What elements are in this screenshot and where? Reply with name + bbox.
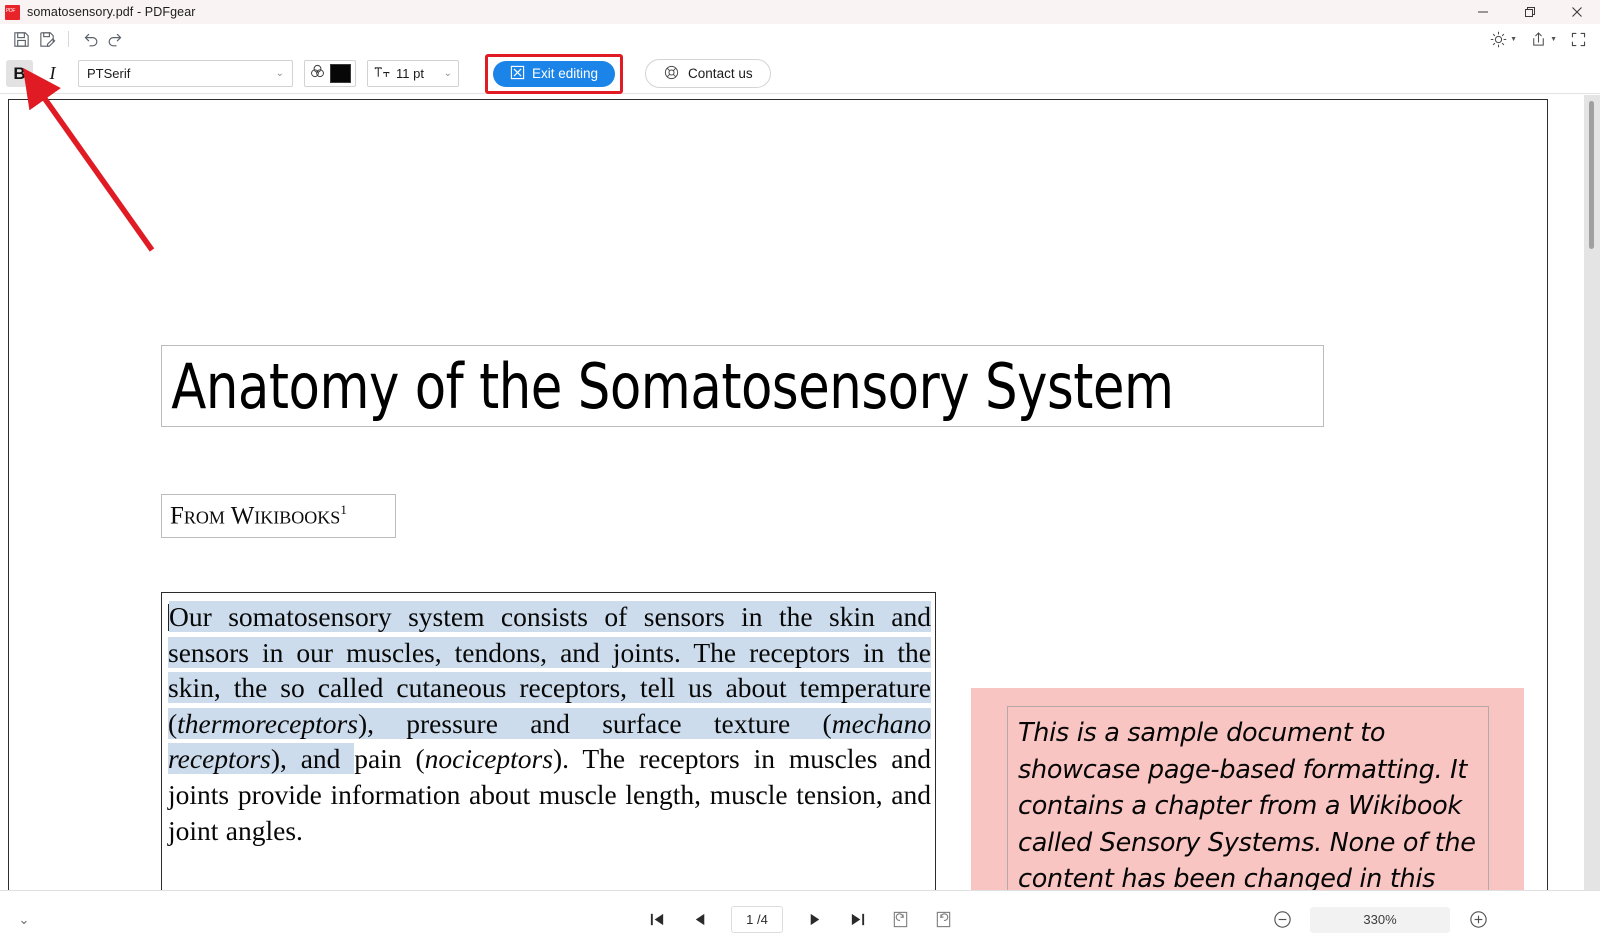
page-navigation: 1 /4 <box>645 906 955 933</box>
share-button[interactable]: ▼ <box>1523 30 1563 49</box>
chevron-down-icon: ⌄ <box>443 68 452 79</box>
window-title: somatosensory.pdf - PDFgear <box>27 5 196 19</box>
color-wheel-icon[interactable] <box>309 63 326 85</box>
last-page-icon[interactable] <box>845 907 869 933</box>
vertical-scrollbar[interactable] <box>1584 95 1600 890</box>
font-family-value: PTSerif <box>87 66 131 81</box>
window-controls <box>1459 0 1600 24</box>
text-size-icon <box>374 65 391 83</box>
save-as-icon[interactable] <box>34 27 60 51</box>
save-icon[interactable] <box>8 27 34 51</box>
redo-icon[interactable] <box>103 27 129 51</box>
toolbar-divider <box>68 31 69 47</box>
rotate-left-icon[interactable] <box>888 907 912 933</box>
first-page-icon[interactable] <box>645 907 669 933</box>
exit-editing-highlight: Exit editing <box>485 53 624 94</box>
document-title-field[interactable]: Anatomy of the Somatosensory System <box>161 345 1324 427</box>
selected-text-2: ), pressure and surface texture ( <box>357 707 832 739</box>
contact-us-label: Contact us <box>688 66 753 81</box>
format-toolbar: B I PTSerif ⌄ 11 pt ⌄ Exit editing Conta… <box>0 53 1600 94</box>
undo-icon[interactable] <box>77 27 103 51</box>
footnote-marker: 1 <box>340 501 347 517</box>
zoom-controls: 330% <box>1270 906 1490 933</box>
next-page-icon[interactable] <box>802 907 826 933</box>
document-viewport[interactable]: Anatomy of the Somatosensory System From… <box>0 95 1600 890</box>
italic-button[interactable]: I <box>39 60 66 87</box>
page-title: Anatomy of the Somatosensory System <box>171 349 1174 423</box>
theme-button[interactable]: ▼ <box>1483 30 1523 49</box>
close-icon[interactable] <box>1553 0 1600 24</box>
color-swatch[interactable] <box>330 64 351 83</box>
font-family-select[interactable]: PTSerif ⌄ <box>78 60 293 87</box>
chevron-down-icon: ▼ <box>1510 35 1518 43</box>
minimize-icon[interactable] <box>1459 0 1506 24</box>
support-headset-icon <box>663 64 680 84</box>
selected-italic-1: thermoreceptors <box>177 707 358 739</box>
document-subtitle-field[interactable]: From Wikibooks1 <box>161 494 396 538</box>
previous-page-icon[interactable] <box>688 907 712 933</box>
zoom-out-icon[interactable] <box>1270 908 1294 932</box>
callout-inner-field[interactable]: This is a sample document to showcase pa… <box>1007 706 1489 890</box>
chevron-down-icon: ▼ <box>1550 35 1557 43</box>
rotate-right-icon[interactable] <box>931 907 955 933</box>
subtitle-text: From Wikibooks <box>170 502 341 530</box>
main-toolbar: ▼ ▼ <box>0 24 1600 54</box>
status-bar: ⌄ 1 /4 330% <box>0 890 1600 948</box>
chevron-down-icon[interactable]: ⌄ <box>0 912 48 928</box>
body-text-1: pain ( <box>354 743 425 775</box>
callout-box[interactable]: This is a sample document to showcase pa… <box>971 688 1524 890</box>
selected-text-3: ), and <box>270 743 355 775</box>
fullscreen-icon[interactable] <box>1563 30 1594 49</box>
text-color-group[interactable] <box>304 60 356 87</box>
pdf-page[interactable]: Anatomy of the Somatosensory System From… <box>8 99 1548 890</box>
zoom-level-input[interactable]: 330% <box>1310 906 1450 933</box>
toolbar-right-group: ▼ ▼ <box>1483 24 1594 54</box>
callout-text: This is a sample document to showcase pa… <box>1018 718 1476 890</box>
document-body-field[interactable]: Our somatosensory system consists of sen… <box>161 592 936 890</box>
document-body-text: Our somatosensory system consists of sen… <box>168 599 931 848</box>
window-title-bar: somatosensory.pdf - PDFgear <box>0 0 1600 24</box>
contact-us-button[interactable]: Contact us <box>645 59 771 88</box>
restore-icon[interactable] <box>1506 0 1553 24</box>
exit-editing-button[interactable]: Exit editing <box>493 60 616 87</box>
zoom-level-value: 330% <box>1363 912 1397 927</box>
zoom-in-icon[interactable] <box>1466 908 1490 932</box>
page-number-value: 1 /4 <box>746 912 768 927</box>
chevron-down-icon: ⌄ <box>275 68 284 79</box>
scrollbar-thumb[interactable] <box>1589 101 1594 249</box>
font-size-select[interactable]: 11 pt ⌄ <box>367 60 459 87</box>
pdf-file-icon <box>5 4 20 20</box>
exit-box-icon <box>510 65 525 83</box>
bold-button[interactable]: B <box>6 60 33 87</box>
font-size-value: 11 pt <box>396 66 424 81</box>
page-number-input[interactable]: 1 /4 <box>731 906 783 933</box>
document-subtitle: From Wikibooks1 <box>162 502 347 530</box>
exit-editing-label: Exit editing <box>532 66 599 81</box>
body-italic-1: nociceptors <box>424 743 553 775</box>
